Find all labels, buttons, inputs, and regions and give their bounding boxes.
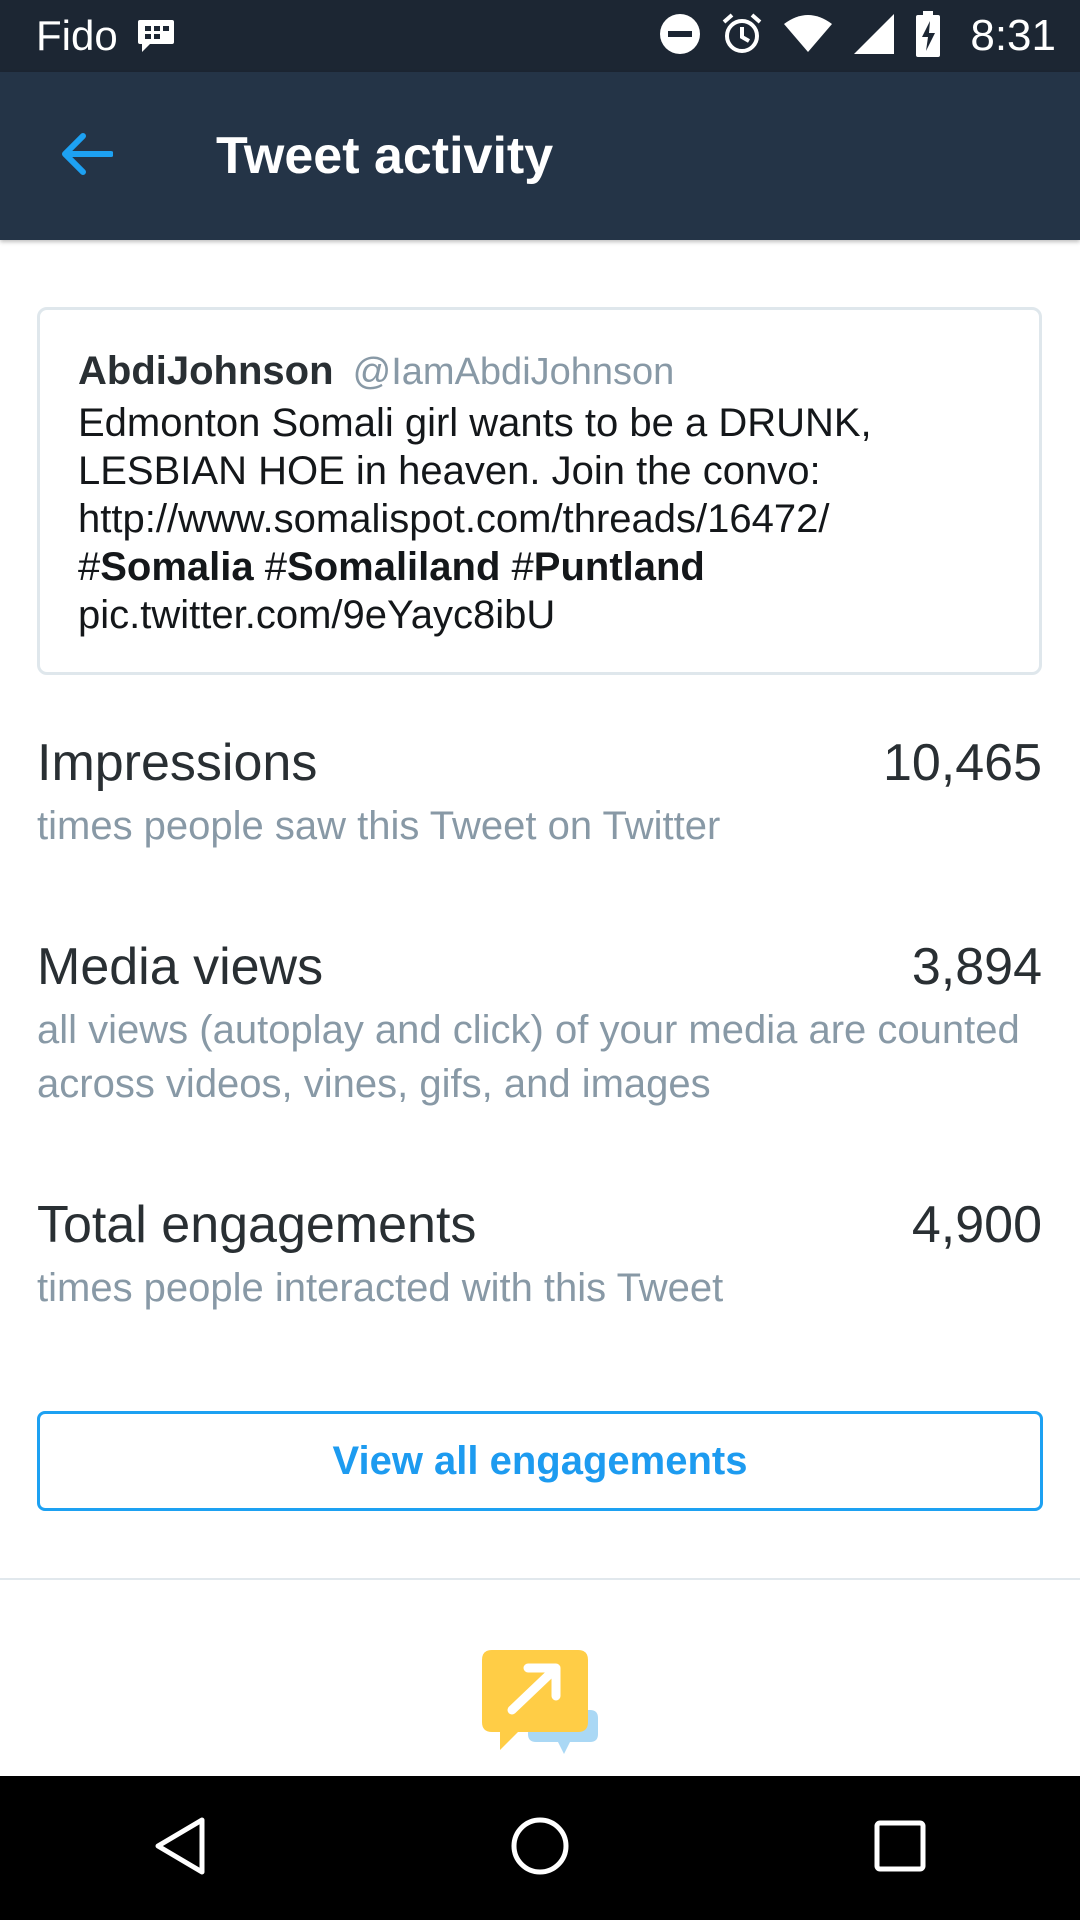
- cell-signal-icon: [852, 12, 896, 61]
- tweet-text-line: Edmonton Somali girl wants to be a DRUNK…: [78, 401, 872, 445]
- view-all-engagements-button[interactable]: View all engagements: [37, 1411, 1043, 1511]
- metric-value: 10,465: [882, 734, 1042, 792]
- tweet-text-line: LESBIAN HOE in heaven. Join the convo:: [78, 449, 821, 493]
- hashtag-puntland[interactable]: Puntland: [534, 545, 705, 589]
- do-not-disturb-icon: [658, 12, 702, 61]
- tweet-link[interactable]: http://www.somalispot.com/threads/16472/: [78, 495, 1001, 543]
- metric-title: Media views: [37, 938, 324, 996]
- hashtag-somaliland[interactable]: Somaliland: [287, 545, 500, 589]
- arrow-back-icon: [59, 132, 114, 181]
- nav-home-button[interactable]: [480, 1788, 600, 1908]
- tweet-card[interactable]: AbdiJohnson @IamAbdiJohnson Edmonton Som…: [37, 307, 1042, 675]
- metric-value: 3,894: [911, 938, 1042, 996]
- engagement-promo-icon: [478, 1648, 602, 1765]
- metric-impressions: Impressions 10,465 times people saw this…: [37, 733, 1042, 853]
- back-button[interactable]: [36, 106, 136, 206]
- tweet-pic-link[interactable]: pic.twitter.com/9eYayc8ibU: [78, 591, 1001, 639]
- metric-description: times people interacted with this Tweet: [37, 1266, 724, 1310]
- page-title: Tweet activity: [216, 127, 554, 185]
- status-bar: Fido 8:31: [0, 0, 1080, 72]
- divider: [0, 1578, 1080, 1580]
- recents-square-icon: [873, 1819, 927, 1878]
- nav-back-button[interactable]: [120, 1788, 240, 1908]
- metric-description: all views (autoplay and click) of your m…: [37, 1008, 1020, 1106]
- nav-recents-button[interactable]: [840, 1788, 960, 1908]
- hashtag-somalia[interactable]: Somalia: [100, 545, 253, 589]
- home-circle-icon: [510, 1816, 570, 1881]
- system-nav-bar: [0, 1776, 1080, 1920]
- metric-title: Total engagements: [37, 1196, 477, 1254]
- metric-title: Impressions: [37, 734, 318, 792]
- carrier-name: Fido: [36, 12, 118, 59]
- status-icons: 8:31: [658, 10, 1056, 62]
- tweet-header: AbdiJohnson @IamAbdiJohnson: [78, 348, 1001, 395]
- toolbar: Tweet activity: [0, 72, 1080, 240]
- alarm-icon: [720, 12, 764, 61]
- tweet-handle: @IamAbdiJohnson: [352, 351, 675, 393]
- back-triangle-icon: [152, 1816, 208, 1881]
- bbm-icon: [136, 18, 176, 54]
- battery-charging-icon: [914, 10, 942, 62]
- status-time: 8:31: [970, 11, 1056, 60]
- metric-value: 4,900: [911, 1196, 1042, 1254]
- metric-description: times people saw this Tweet on Twitter: [37, 804, 721, 848]
- tweet-author: AbdiJohnson: [78, 349, 334, 393]
- tweet-text: Edmonton Somali girl wants to be a DRUNK…: [78, 399, 1001, 639]
- metric-media-views: Media views 3,894 all views (autoplay an…: [37, 937, 1042, 1111]
- wifi-icon: [782, 14, 834, 59]
- tweet-hashtags: #Somalia #Somaliland #Puntland: [78, 545, 705, 589]
- metric-total-engagements: Total engagements 4,900 times people int…: [37, 1195, 1042, 1315]
